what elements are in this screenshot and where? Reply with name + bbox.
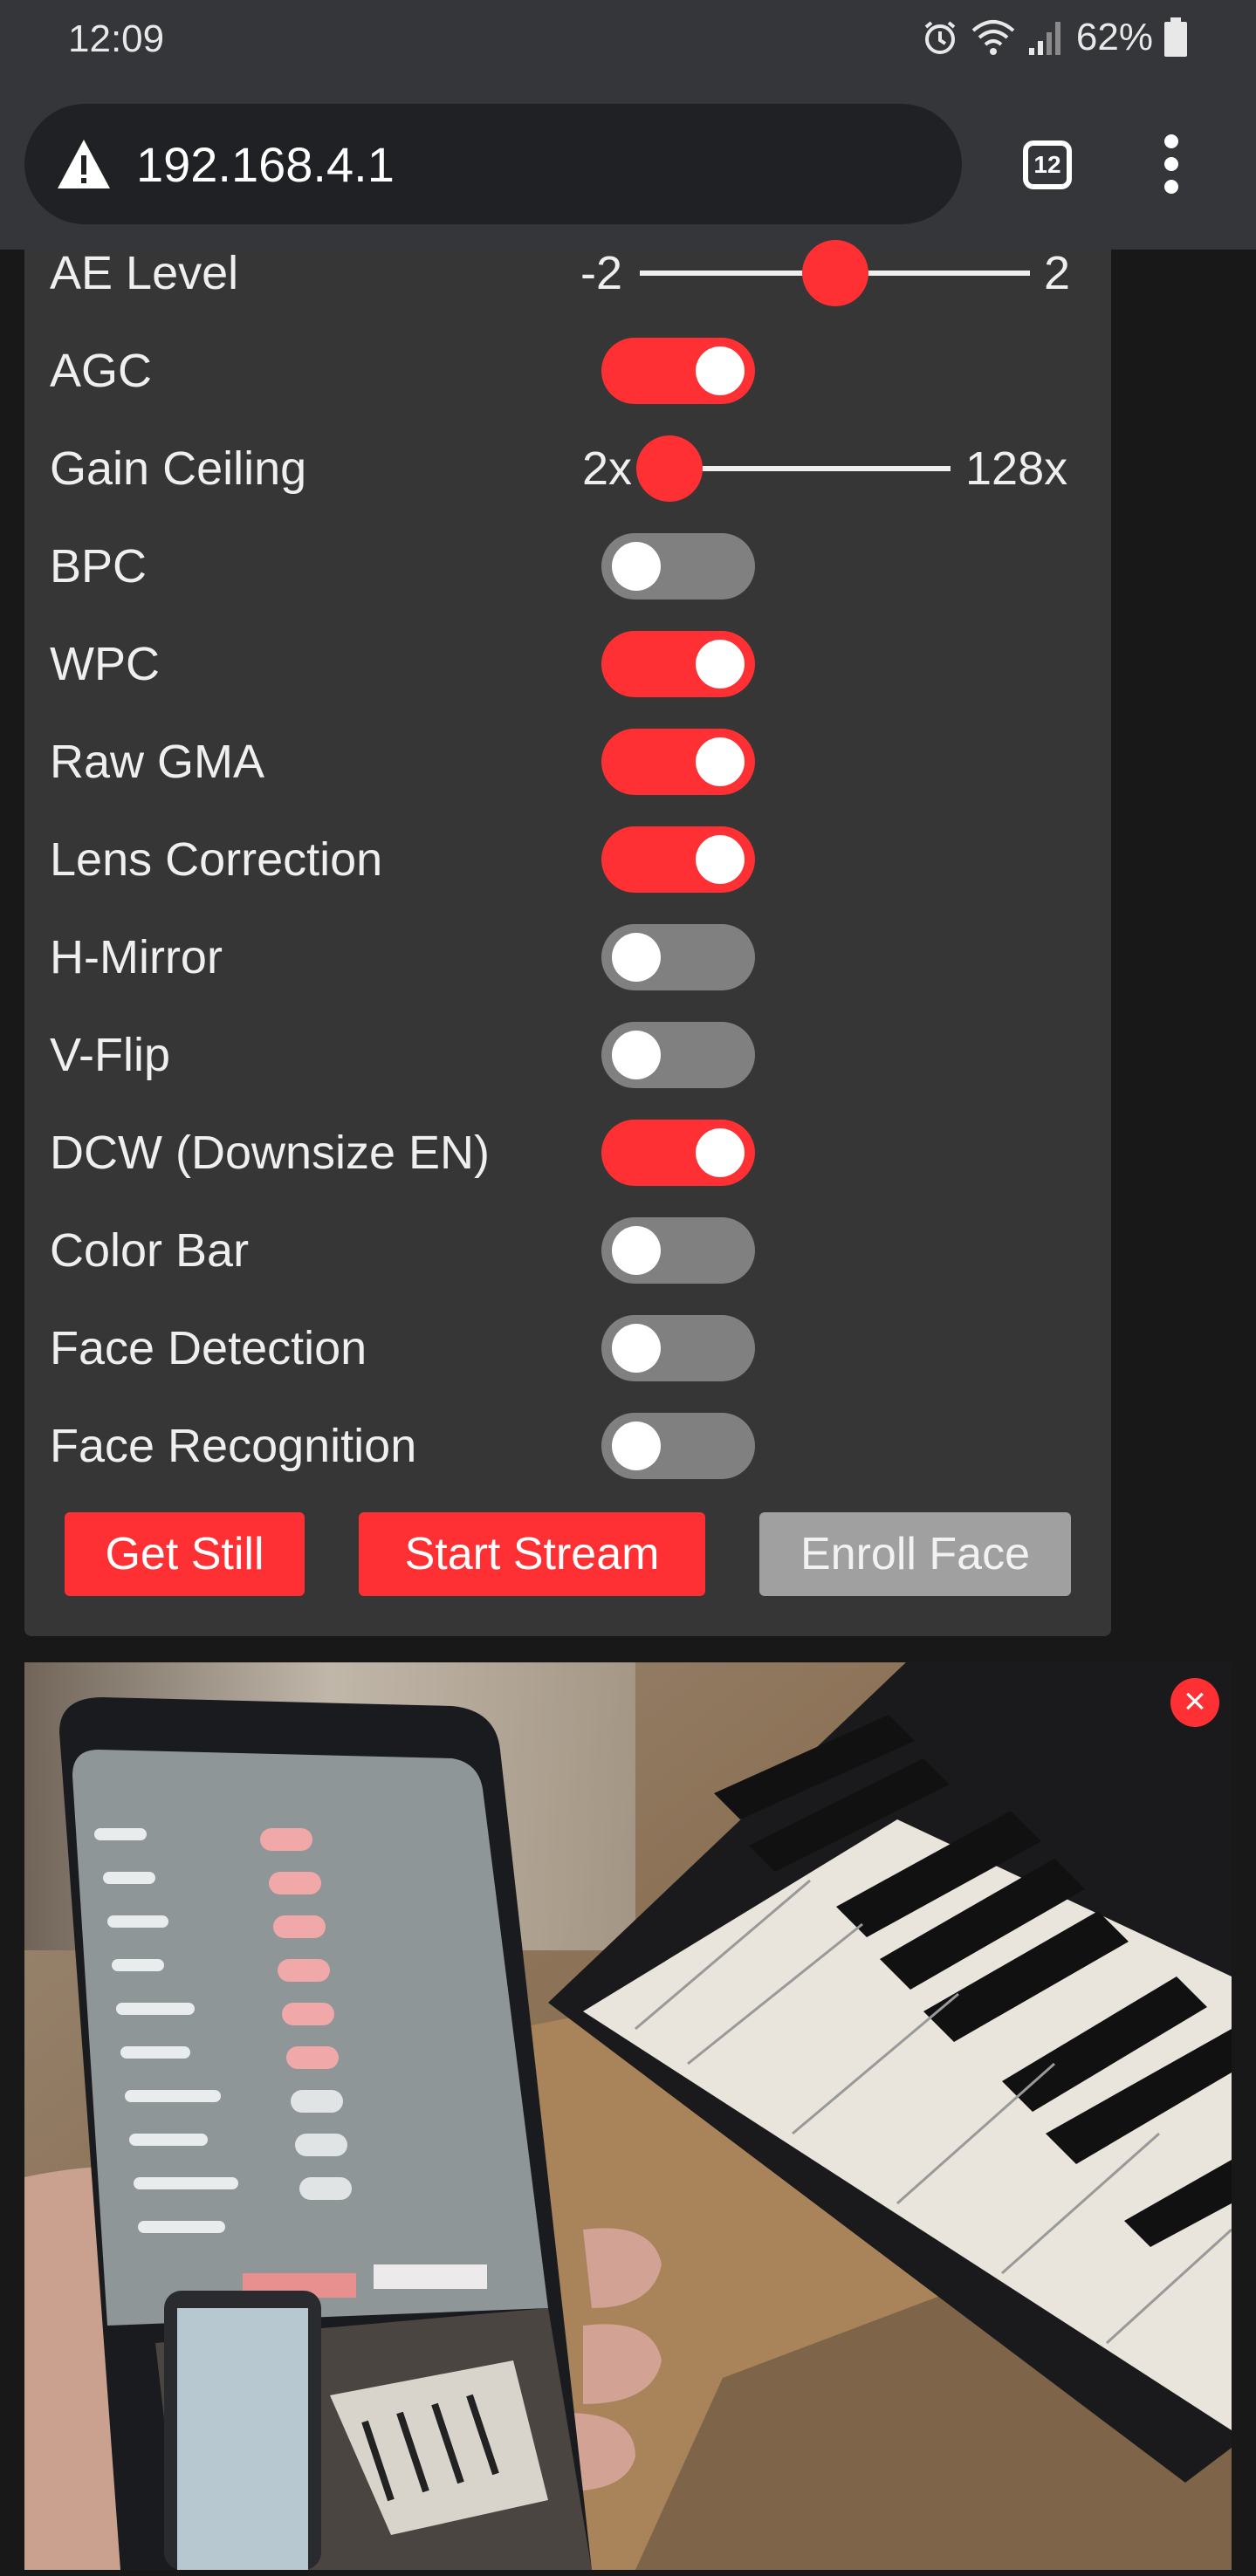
toggle-label: Raw GMA — [50, 736, 265, 788]
ae-level-max: 2 — [1044, 247, 1071, 299]
toggle-knob — [612, 933, 661, 982]
toggle-row-color-bar: Color Bar — [24, 1202, 1111, 1299]
toggle-label: Color Bar — [50, 1224, 250, 1277]
toggle-label: V-Flip — [50, 1029, 171, 1081]
tab-switcher-button[interactable]: 12 — [1023, 140, 1072, 189]
battery-percent: 62% — [1075, 16, 1153, 58]
toggle-row-face-recognition: Face Recognition — [24, 1397, 1111, 1495]
tab-count: 12 — [1033, 151, 1061, 178]
gain-ceiling-max: 128x — [965, 442, 1068, 495]
toggle-knob — [696, 1128, 745, 1177]
h-mirror-toggle[interactable] — [601, 924, 755, 990]
ae-level-label: AE Level — [50, 247, 239, 299]
toggle-row-agc: AGC — [24, 322, 1111, 420]
toggle-label: BPC — [50, 540, 148, 593]
toggle-label: Face Recognition — [50, 1420, 417, 1472]
agc-toggle[interactable] — [601, 338, 755, 404]
wpc-toggle[interactable] — [601, 631, 755, 697]
toggle-knob — [696, 835, 745, 884]
toggle-row-v-flip: V-Flip — [24, 1006, 1111, 1104]
toggle-row-face-detection: Face Detection — [24, 1299, 1111, 1397]
signal-icon — [1028, 22, 1060, 55]
toggle-label: Face Detection — [50, 1322, 367, 1374]
gain-ceiling-min: 2x — [582, 442, 633, 495]
toggle-knob — [612, 1031, 661, 1079]
face-detection-toggle[interactable] — [601, 1315, 755, 1381]
raw-gma-toggle[interactable] — [601, 729, 755, 795]
gain-ceiling-row: Gain Ceiling 2x 128x — [24, 420, 1111, 517]
toggle-knob — [612, 1324, 661, 1373]
toggle-row-wpc: WPC — [24, 615, 1111, 713]
gain-ceiling-label: Gain Ceiling — [50, 442, 307, 495]
toggle-label: Lens Correction — [50, 833, 383, 886]
toggle-label: H-Mirror — [50, 931, 223, 983]
toggle-knob — [696, 346, 745, 395]
toggle-knob — [612, 1226, 661, 1275]
start-stream-button[interactable]: Start Stream — [359, 1512, 705, 1596]
ae-level-row: AE Level -2 2 — [24, 224, 1111, 322]
status-time: 12:09 — [68, 17, 165, 60]
lens-correction-toggle[interactable] — [601, 826, 755, 893]
status-bar: 12:09 62% — [0, 0, 1256, 86]
stream-figure: × — [24, 1662, 1232, 2570]
toggle-row-h-mirror: H-Mirror — [24, 908, 1111, 1006]
alarm-icon — [924, 21, 956, 54]
ae-level-min: -2 — [580, 247, 623, 299]
toggle-label: WPC — [50, 638, 160, 690]
close-icon: × — [1184, 1680, 1206, 1723]
wifi-icon — [971, 20, 1015, 55]
toggle-row-bpc: BPC — [24, 517, 1111, 615]
toggle-row-dcw: DCW (Downsize EN) — [24, 1104, 1111, 1202]
dcw-toggle[interactable] — [601, 1120, 755, 1186]
toggle-label: AGC — [50, 345, 153, 397]
toggle-knob — [696, 640, 745, 689]
warning-icon[interactable] — [56, 138, 112, 190]
url-text[interactable]: 192.168.4.1 — [136, 136, 395, 193]
toggle-knob — [612, 542, 661, 591]
stream-image — [24, 1662, 1232, 2570]
bpc-toggle[interactable] — [601, 533, 755, 599]
more-menu-icon[interactable] — [1156, 134, 1187, 204]
v-flip-toggle[interactable] — [601, 1022, 755, 1088]
toggle-row-raw-gma: Raw GMA — [24, 713, 1111, 811]
address-bar[interactable]: 192.168.4.1 — [24, 104, 962, 224]
get-still-button[interactable]: Get Still — [65, 1512, 305, 1596]
toggle-knob — [696, 737, 745, 786]
gain-ceiling-slider-thumb[interactable] — [635, 435, 703, 502]
color-bar-toggle[interactable] — [601, 1217, 755, 1284]
face-recognition-toggle[interactable] — [601, 1413, 755, 1479]
camera-settings-panel: AE Level -2 2 AGC Gain Ceiling 2x 128x B… — [24, 240, 1111, 1636]
toggle-row-lens-correction: Lens Correction — [24, 811, 1111, 908]
status-icons: 62% — [921, 16, 1188, 59]
ae-level-slider-thumb[interactable] — [801, 240, 868, 306]
battery-icon — [1164, 17, 1187, 57]
enroll-face-button[interactable]: Enroll Face — [759, 1512, 1071, 1596]
toggle-knob — [612, 1422, 661, 1470]
close-stream-button[interactable]: × — [1170, 1678, 1219, 1727]
toggle-label: DCW (Downsize EN) — [50, 1127, 491, 1179]
